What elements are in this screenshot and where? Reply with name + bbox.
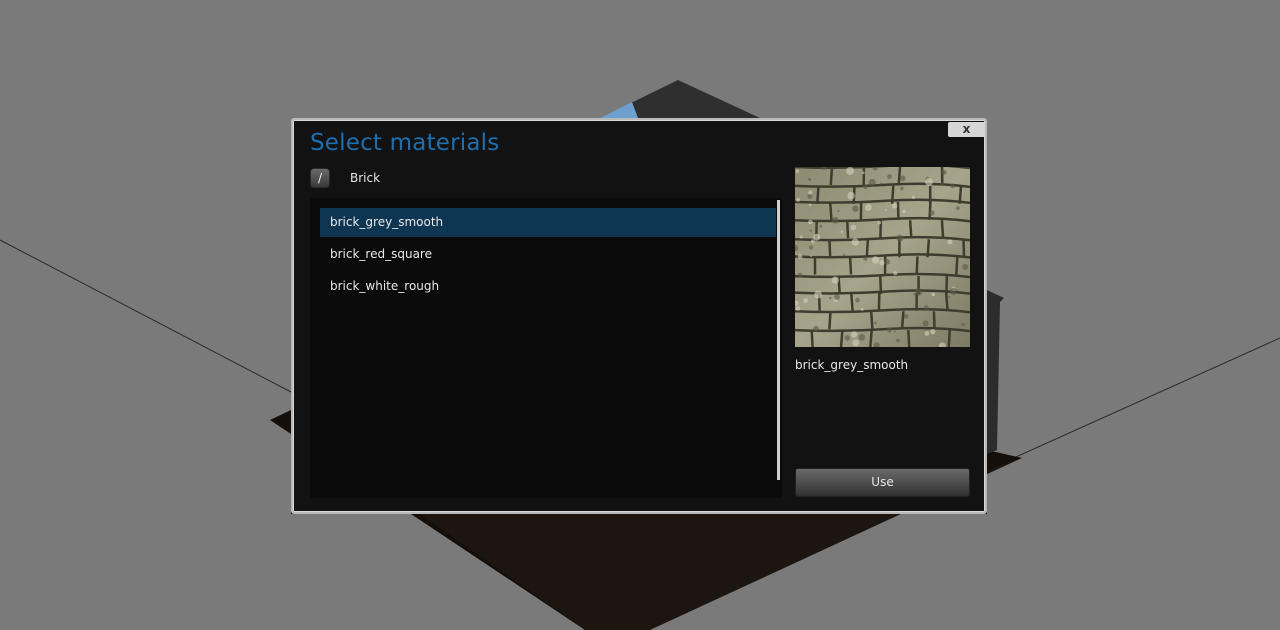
list-scrollbar[interactable] [777, 200, 780, 480]
use-button[interactable]: Use [795, 468, 970, 497]
close-button[interactable]: x [948, 122, 985, 137]
dialog-title: Select materials [310, 130, 500, 156]
list-item-brick-grey-smooth[interactable]: brick_grey_smooth [320, 208, 776, 237]
list-item-brick-white-rough[interactable]: brick_white_rough [320, 272, 776, 301]
breadcrumb: Brick [350, 171, 381, 185]
material-list: brick_grey_smooth brick_red_square brick… [310, 198, 782, 498]
material-preview-image [795, 167, 970, 347]
select-materials-dialog: Select materials x / Brick brick_grey_sm… [291, 118, 987, 514]
parent-folder-button[interactable]: / [310, 168, 330, 188]
preview-material-name: brick_grey_smooth [795, 358, 909, 372]
list-item-brick-red-square[interactable]: brick_red_square [320, 240, 776, 269]
